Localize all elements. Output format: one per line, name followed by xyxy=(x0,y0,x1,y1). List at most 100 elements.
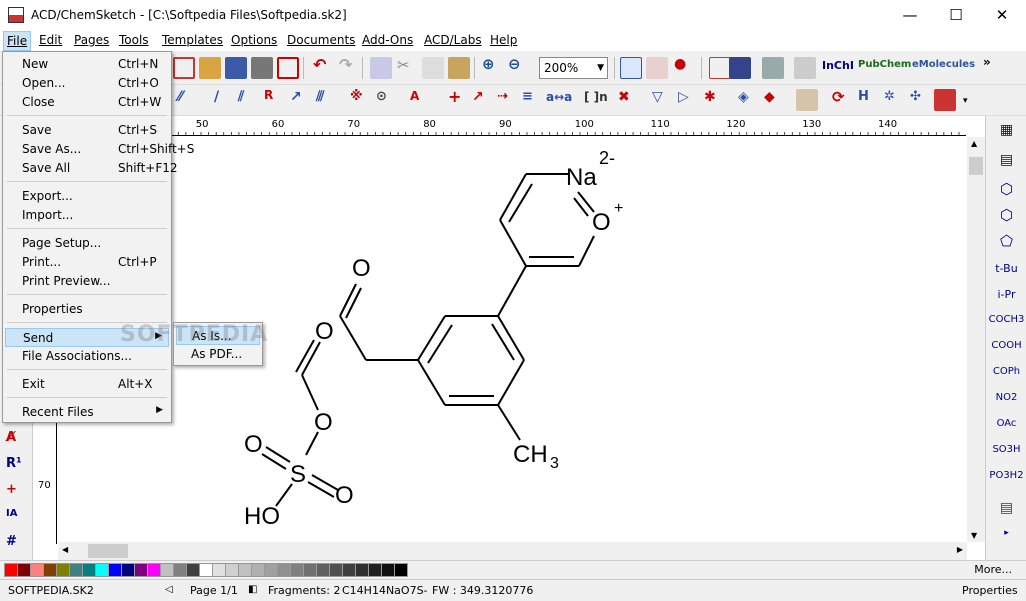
color-swatch[interactable] xyxy=(342,563,356,577)
color-swatch[interactable] xyxy=(69,563,83,577)
menu-templates[interactable]: Templates xyxy=(162,33,223,47)
calculator-icon[interactable] xyxy=(762,57,784,79)
more-colors-button[interactable]: More... xyxy=(974,563,1012,576)
cyclohexane-icon[interactable]: ⬡ xyxy=(986,206,1026,224)
arrow-bond-icon[interactable]: ↗ xyxy=(290,89,302,105)
scroll-left-icon[interactable]: ◀ xyxy=(62,545,68,554)
file-menu-recent-files[interactable]: Recent Files ▶ xyxy=(5,403,169,422)
hydrogen-icon[interactable]: H xyxy=(858,89,869,104)
vertical-scrollbar[interactable]: ▲ ▼ xyxy=(967,137,985,542)
menu-documents[interactable]: Documents xyxy=(287,33,355,47)
color-swatch[interactable] xyxy=(4,563,18,577)
bracket-icon[interactable]: [ ]n xyxy=(584,90,608,104)
vertical-scroll-thumb[interactable] xyxy=(969,157,983,175)
color-swatch[interactable] xyxy=(290,563,304,577)
radical-icon[interactable]: ※ xyxy=(350,89,363,104)
scroll-down-icon[interactable]: ▼ xyxy=(971,531,977,540)
color-swatch[interactable] xyxy=(134,563,148,577)
scroll-up-icon[interactable]: ▲ xyxy=(971,139,977,148)
3d-view-icon[interactable] xyxy=(646,57,668,79)
menu-tools[interactable]: Tools xyxy=(119,33,149,47)
color-swatch[interactable] xyxy=(121,563,135,577)
center-icon[interactable]: ◆ xyxy=(764,89,775,105)
file-menu-save-as[interactable]: Save As... Ctrl+Shift+S xyxy=(5,140,194,159)
file-menu-import[interactable]: Import... xyxy=(5,206,169,225)
color-swatch[interactable] xyxy=(329,563,343,577)
menu-options[interactable]: Options xyxy=(231,33,277,47)
template-table-icon[interactable]: ▤ xyxy=(986,152,1026,168)
status-properties[interactable]: Properties xyxy=(962,584,1018,597)
charge-tool-icon[interactable]: + xyxy=(6,482,17,497)
file-menu-page-setup[interactable]: Page Setup... xyxy=(5,234,169,253)
coph-template[interactable]: COPh xyxy=(986,366,1026,377)
color-swatch[interactable] xyxy=(82,563,96,577)
file-menu-open[interactable]: Open... Ctrl+O xyxy=(5,74,169,93)
copy-icon[interactable] xyxy=(422,57,444,79)
r-group-tool-icon[interactable]: R¹ xyxy=(6,456,22,471)
file-menu-print[interactable]: Print... Ctrl+P xyxy=(5,253,169,272)
color-swatch[interactable] xyxy=(30,563,44,577)
color-swatch[interactable] xyxy=(355,563,369,577)
color-swatch[interactable] xyxy=(225,563,239,577)
color-swatch[interactable] xyxy=(381,563,395,577)
right-toolbar-overflow-icon[interactable]: ▸ xyxy=(986,528,1026,538)
color-swatch[interactable] xyxy=(199,563,213,577)
color-swatch[interactable] xyxy=(43,563,57,577)
color-swatch[interactable] xyxy=(147,563,161,577)
color-swatch[interactable] xyxy=(394,563,408,577)
inchi-button[interactable]: InChI xyxy=(822,59,854,72)
file-menu-properties[interactable]: Properties xyxy=(5,300,169,319)
zoom-in-icon[interactable]: ⊕ xyxy=(482,55,495,73)
group-icon[interactable] xyxy=(796,89,818,111)
r-group-icon[interactable]: R xyxy=(264,88,273,102)
user-template-icon[interactable]: ▤ xyxy=(986,500,1026,516)
cooh-template[interactable]: COOH xyxy=(986,340,1026,351)
plus-icon[interactable]: + xyxy=(448,87,461,106)
file-menu-new[interactable]: New Ctrl+N xyxy=(5,55,169,74)
scroll-right-icon[interactable]: ▶ xyxy=(957,545,963,554)
undo-icon[interactable]: ↶ xyxy=(313,55,326,74)
flip-vertical-icon[interactable]: ▽ xyxy=(652,89,663,105)
file-menu-file-associations[interactable]: File Associations... xyxy=(5,347,169,366)
atom-tool-icon[interactable]: A̸ xyxy=(6,430,16,445)
file-menu-save[interactable]: Save Ctrl+S xyxy=(5,121,169,140)
arrow-icon[interactable]: ↗ xyxy=(472,89,484,105)
save-icon[interactable] xyxy=(225,57,247,79)
ring-icon[interactable]: ⊙ xyxy=(376,89,387,104)
color-swatch[interactable] xyxy=(368,563,382,577)
horizontal-scroll-thumb[interactable] xyxy=(88,544,128,558)
isotope-tool-icon[interactable]: IA xyxy=(6,508,17,519)
color-swatch[interactable] xyxy=(264,563,278,577)
color-swatch[interactable] xyxy=(56,563,70,577)
toolbar2-overflow-icon[interactable]: ▾ xyxy=(963,96,968,106)
eraser-icon[interactable] xyxy=(370,57,392,79)
align-icon[interactable]: ◈ xyxy=(738,89,749,105)
file-menu-save-all[interactable]: Save All Shift+F12 xyxy=(5,159,178,178)
rotate-icon[interactable]: ✱ xyxy=(704,89,716,105)
tbu-template[interactable]: t-Bu xyxy=(986,262,1026,275)
page-icon[interactable]: ◧ xyxy=(248,584,257,595)
atom-label-icon[interactable]: A xyxy=(410,89,419,103)
color-swatch[interactable] xyxy=(316,563,330,577)
redo-icon[interactable]: ↷ xyxy=(339,55,352,74)
list-icon[interactable] xyxy=(934,89,956,111)
color-swatch[interactable] xyxy=(238,563,252,577)
atom-mapping-icon[interactable]: a↔a xyxy=(546,90,572,104)
refresh-icon[interactable]: ⟳ xyxy=(832,88,845,106)
oac-template[interactable]: OAc xyxy=(986,418,1026,429)
delete-icon[interactable]: ✖ xyxy=(618,89,630,105)
color-swatch[interactable] xyxy=(212,563,226,577)
horizontal-scrollbar[interactable]: ◀ ▶ xyxy=(58,542,967,560)
color-swatch[interactable] xyxy=(17,563,31,577)
coch3-template[interactable]: COCH3 xyxy=(986,314,1026,325)
color-swatch[interactable] xyxy=(108,563,122,577)
close-button[interactable]: ✕ xyxy=(979,0,1025,31)
minimize-button[interactable]: — xyxy=(887,0,933,31)
toolbar-overflow-icon[interactable]: » xyxy=(983,55,991,69)
so3h-template[interactable]: SO3H xyxy=(986,444,1026,455)
chart-icon[interactable] xyxy=(709,57,731,79)
cyclopentane-icon[interactable]: ⬠ xyxy=(986,232,1026,250)
hash-bond-icon[interactable]: ⫽ xyxy=(238,89,244,105)
pdf-icon[interactable] xyxy=(277,57,299,79)
menu-pages[interactable]: Pages xyxy=(74,33,109,47)
